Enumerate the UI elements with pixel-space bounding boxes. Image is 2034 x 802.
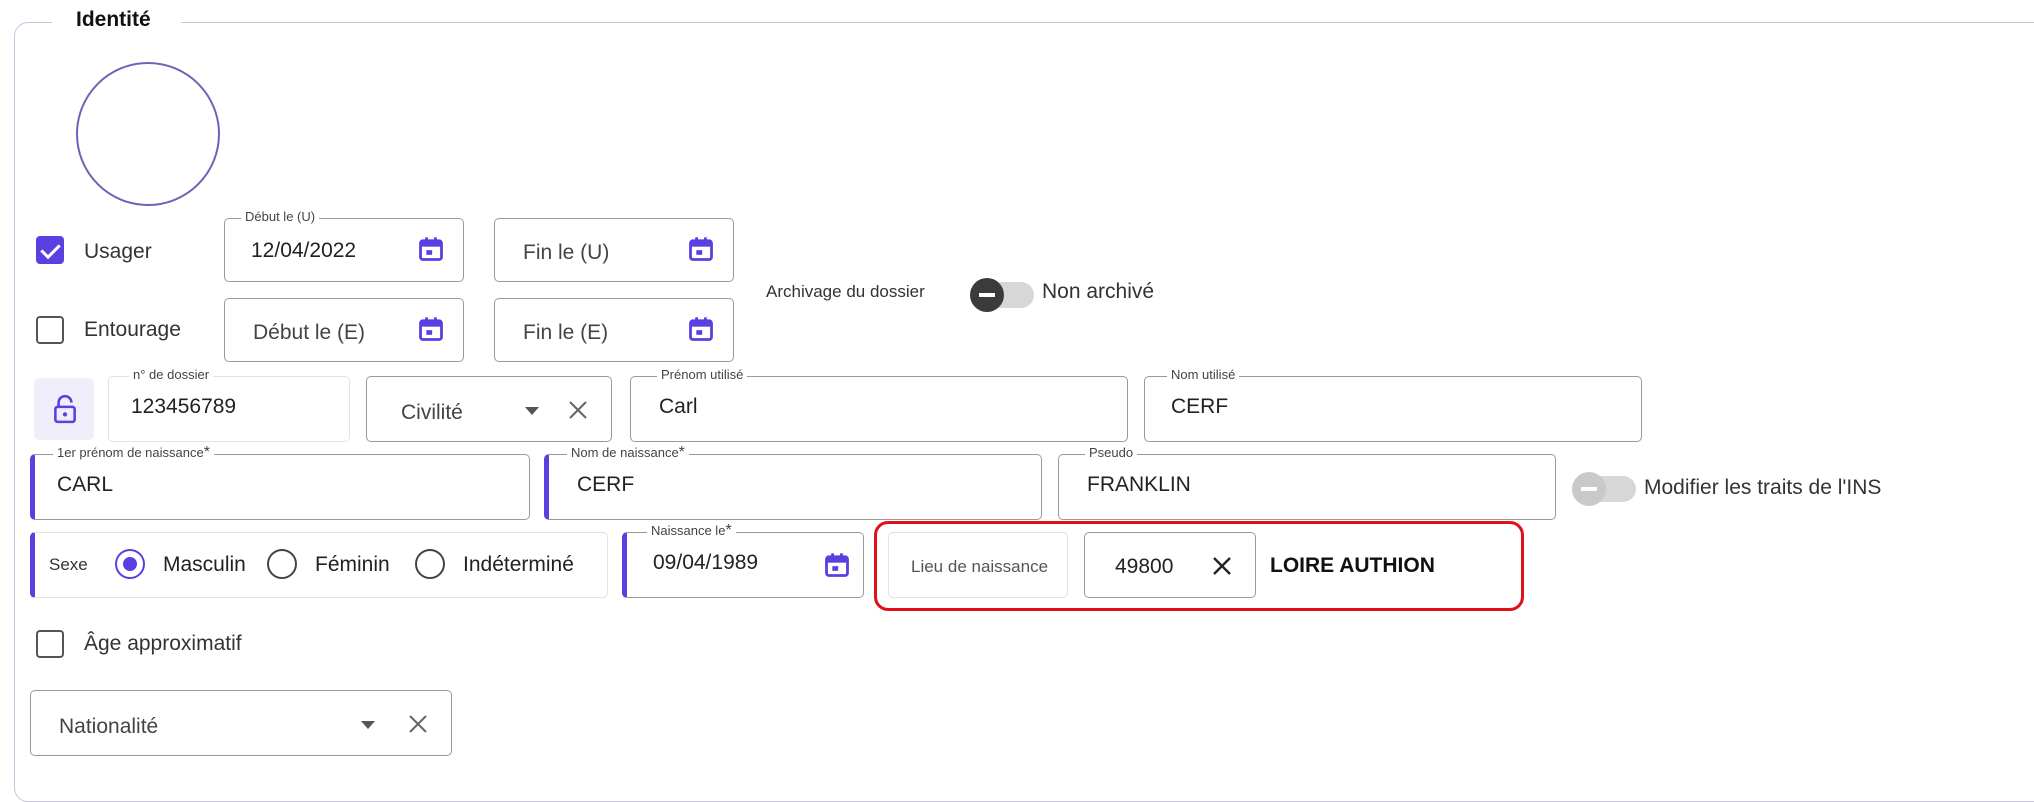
calendar-icon[interactable] [687,315,715,343]
birth-date-value: 09/04/1989 [653,551,759,574]
used-first-name-value: Carl [659,395,698,418]
civility-select[interactable]: Civilité [366,376,612,442]
entourage-label: Entourage [84,318,181,341]
entourage-start-date-field[interactable]: Début le (E) [224,298,464,362]
usager-start-date-value: 12/04/2022 [251,239,357,262]
sex-option-feminin: Féminin [315,553,390,576]
birth-first-name-field[interactable]: 1er prénom de naissance* CARL [30,445,530,520]
entourage-end-date-field[interactable]: Fin le (E) [494,298,734,362]
sex-radio-masculin[interactable] [115,549,145,579]
sex-radio-indetermine[interactable] [415,549,445,579]
required-mark: * [203,444,210,461]
approx-age-checkbox[interactable] [36,630,64,658]
usager-checkbox[interactable] [36,236,64,264]
birth-date-label: Naissance le* [647,523,736,539]
avatar[interactable] [76,62,220,206]
ins-toggle[interactable] [1572,472,1636,506]
entourage-end-date-placeholder: Fin le (E) [523,321,609,344]
chevron-down-icon[interactable] [361,721,375,729]
lock-icon [54,394,76,424]
used-first-name-field[interactable]: Prénom utilisé Carl [630,367,1128,442]
entourage-checkbox[interactable] [36,316,64,344]
usager-end-date-placeholder: Fin le (U) [523,241,610,264]
ins-toggle-knob [1572,472,1606,506]
calendar-icon[interactable] [687,235,715,263]
section-title: Identité [52,8,181,32]
sex-radio-group: Sexe Masculin Féminin Indéterminé [30,532,608,598]
lock-button[interactable] [34,378,94,440]
pseudo-field[interactable]: Pseudo FRANKLIN [1058,445,1556,520]
entourage-start-date-placeholder: Début le (E) [253,321,366,344]
nationality-placeholder: Nationalité [59,715,159,738]
used-last-name-value: CERF [1171,395,1229,418]
used-last-name-label: Nom utilisé [1167,367,1240,383]
used-last-name-field[interactable]: Nom utilisé CERF [1144,367,1642,442]
calendar-icon[interactable] [417,235,445,263]
calendar-icon[interactable] [823,551,851,579]
usager-end-date-field[interactable]: Fin le (U) [494,218,734,282]
close-icon[interactable] [567,399,589,421]
pseudo-value: FRANKLIN [1087,473,1191,496]
file-number-value: 123456789 [131,395,237,418]
archive-toggle-knob [970,278,1004,312]
civility-placeholder: Civilité [401,401,463,424]
highlight-annotation [874,521,1524,611]
pseudo-label: Pseudo [1085,445,1138,461]
sex-option-masculin: Masculin [163,553,246,576]
birth-last-name-label: Nom de naissance* [567,445,689,461]
usager-start-date-field[interactable]: Début le (U) 12/04/2022 [224,209,464,282]
approx-age-label: Âge approximatif [84,632,242,655]
required-mark: * [678,444,685,461]
ins-label: Modifier les traits de l'INS [1644,476,1882,499]
nationality-select[interactable]: Nationalité [30,690,452,756]
archive-status: Non archivé [1042,280,1155,303]
file-number-field: n° de dossier 123456789 [108,367,350,442]
close-icon[interactable] [407,713,429,735]
sex-option-indetermine: Indéterminé [463,553,574,576]
birth-first-name-value: CARL [57,473,114,496]
usager-label: Usager [84,240,152,263]
birth-last-name-field[interactable]: Nom de naissance* CERF [544,445,1042,520]
calendar-icon[interactable] [417,315,445,343]
sex-radio-feminin[interactable] [267,549,297,579]
usager-start-date-label: Début le (U) [241,209,320,225]
archive-toggle[interactable] [970,278,1034,312]
file-number-label: n° de dossier [129,367,214,383]
birth-date-field[interactable]: Naissance le* 09/04/1989 [622,523,864,598]
birth-last-name-value: CERF [577,473,635,496]
chevron-down-icon[interactable] [525,407,539,415]
archive-label: Archivage du dossier [766,282,925,301]
sex-label: Sexe [49,555,88,574]
used-first-name-label: Prénom utilisé [657,367,748,383]
birth-first-name-label: 1er prénom de naissance* [53,445,214,461]
required-mark: * [725,522,732,539]
